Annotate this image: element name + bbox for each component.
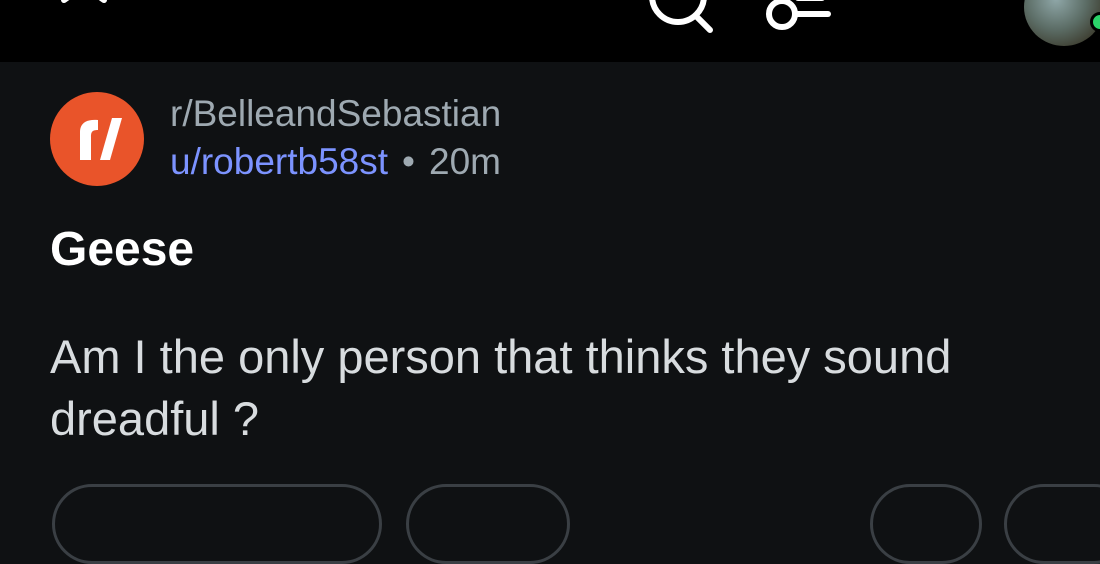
post-body: Am I the only person that thinks they so… [50,330,952,445]
user-avatar[interactable] [1024,0,1100,46]
comments-button[interactable] [406,484,570,564]
subreddit-logo[interactable] [50,92,144,186]
close-icon[interactable] [56,0,112,22]
share-button[interactable] [1004,484,1100,564]
top-nav-bar [0,0,1100,62]
meta-separator: • [402,141,415,182]
author-username[interactable]: u/robertb58st [170,141,388,182]
post-action-bar [0,484,1100,564]
subreddit-name[interactable]: r/BelleandSebastian [170,92,501,136]
post-timestamp: 20m [429,141,501,182]
vote-button-group[interactable] [52,484,382,564]
key-icon[interactable] [762,0,838,32]
more-icon[interactable] [884,0,934,10]
search-icon[interactable] [640,0,720,36]
post-header: r/BelleandSebastian u/robertb58st • 20m [50,92,750,188]
award-button[interactable] [870,484,982,564]
post-meta: u/robertb58st • 20m [170,140,501,184]
post-title: Geese [50,223,195,276]
